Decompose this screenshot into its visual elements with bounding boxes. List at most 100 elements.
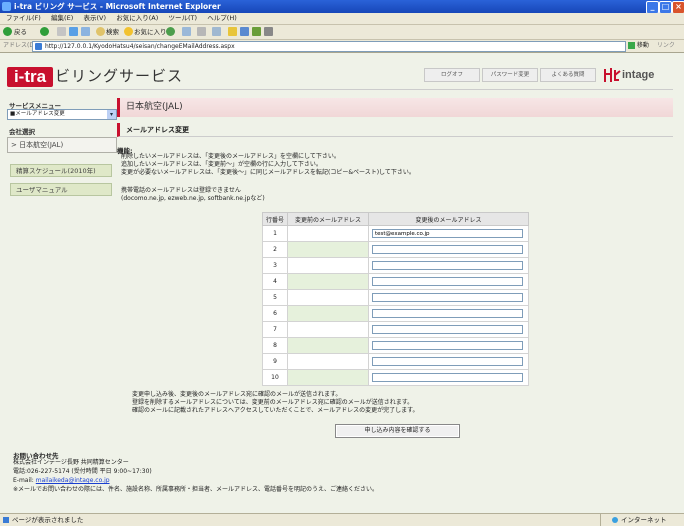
table-row: 3 bbox=[262, 257, 529, 274]
new-address-cell bbox=[368, 273, 529, 290]
new-address-cell bbox=[368, 241, 529, 258]
faq-button[interactable]: よくある質問 bbox=[540, 68, 596, 82]
company-select-title: 会社選択 bbox=[9, 128, 35, 136]
favorites-button[interactable]: お気に入り bbox=[134, 27, 167, 37]
go-button[interactable]: 移動 bbox=[637, 42, 649, 49]
sidebar-item-manual[interactable]: ユーザマニュアル bbox=[10, 183, 112, 196]
history-icon[interactable] bbox=[166, 27, 175, 36]
ie-icon bbox=[2, 2, 11, 11]
status-text: ページが表示されました bbox=[12, 516, 84, 524]
note-line: 確認のメールに記載されたアドレスへアクセスしていただくことで、メールアドレスの変… bbox=[132, 407, 419, 414]
address-input[interactable]: http://127.0.0.1/KyodoHatsu4/seisan/chan… bbox=[32, 41, 626, 52]
status-divider bbox=[600, 514, 601, 526]
new-address-input[interactable] bbox=[372, 309, 523, 318]
contact-email-link[interactable]: mailaikeda@intage.co.jp bbox=[36, 477, 110, 484]
internet-zone-icon bbox=[612, 517, 618, 523]
row-number: 2 bbox=[262, 241, 288, 258]
back-button[interactable]: 戻る bbox=[14, 27, 27, 37]
table-row: 1 bbox=[262, 225, 529, 242]
menubar: ファイル(F) 編集(E) 表示(V) お気に入り(A) ツール(T) ヘルプ(… bbox=[0, 13, 684, 25]
new-address-input[interactable] bbox=[372, 341, 523, 350]
table-row: 7 bbox=[262, 321, 529, 338]
menu-tools[interactable]: ツール(T) bbox=[169, 13, 198, 24]
search-button[interactable]: 検索 bbox=[106, 27, 119, 37]
new-address-input[interactable] bbox=[372, 373, 523, 382]
table-row: 2 bbox=[262, 241, 529, 258]
favorites-icon[interactable] bbox=[124, 27, 133, 36]
status-bar: ページが表示されました インターネット bbox=[0, 513, 684, 526]
menu-favorites[interactable]: お気に入り(A) bbox=[116, 13, 158, 24]
company-heading: 日本航空(JAL) bbox=[117, 98, 673, 117]
mail-icon[interactable] bbox=[182, 27, 191, 36]
links-button[interactable]: リンク bbox=[657, 42, 675, 49]
new-address-input[interactable] bbox=[372, 293, 523, 302]
section-title: メールアドレス変更 bbox=[117, 123, 673, 137]
window-titlebar: i-tra ビリング サービス - Microsoft Internet Exp… bbox=[0, 0, 684, 14]
contact-email-line: E-mail: mailaikeda@intage.co.jp bbox=[13, 477, 110, 485]
function-line: (docomo.ne.jp, ezweb.ne.jp, softbank.ne.… bbox=[121, 195, 265, 202]
menu-file[interactable]: ファイル(F) bbox=[6, 13, 41, 24]
service-menu-select[interactable]: ■メールアドレス変更 ▾ bbox=[7, 109, 117, 120]
row-number: 1 bbox=[262, 225, 288, 242]
new-address-cell bbox=[368, 257, 529, 274]
new-address-input[interactable] bbox=[372, 229, 523, 238]
row-number: 10 bbox=[262, 369, 288, 386]
current-address-cell bbox=[287, 353, 369, 370]
row-number: 6 bbox=[262, 305, 288, 322]
back-icon[interactable] bbox=[3, 27, 12, 36]
research-icon[interactable] bbox=[252, 27, 261, 36]
forward-icon[interactable] bbox=[40, 27, 49, 36]
edit-icon[interactable] bbox=[212, 27, 221, 36]
stop-icon[interactable] bbox=[57, 27, 66, 36]
tools-icon[interactable] bbox=[264, 27, 273, 36]
new-address-input[interactable] bbox=[372, 357, 523, 366]
refresh-icon[interactable] bbox=[69, 27, 78, 36]
search-icon[interactable] bbox=[96, 27, 105, 36]
menu-view[interactable]: 表示(V) bbox=[83, 13, 106, 24]
service-menu-selected: ■メールアドレス変更 bbox=[10, 111, 65, 117]
function-line: 追加したいメールアドレスは、「変更前～」が空欄の行に入力して下さい。 bbox=[121, 161, 322, 168]
print-icon[interactable] bbox=[197, 27, 206, 36]
column-header-new-address: 変更後のメールアドレス bbox=[368, 212, 529, 226]
email-address-table: 行番号 変更前のメールアドレス 変更後のメールアドレス 12345678910 bbox=[262, 212, 529, 386]
new-address-input[interactable] bbox=[372, 245, 523, 254]
column-header-row-number: 行番号 bbox=[262, 212, 288, 226]
current-address-cell bbox=[287, 321, 369, 338]
logoff-button[interactable]: ログオフ bbox=[424, 68, 480, 82]
new-address-cell bbox=[368, 289, 529, 306]
row-number: 5 bbox=[262, 289, 288, 306]
page-status-icon bbox=[3, 517, 9, 523]
chevron-down-icon[interactable]: ▾ bbox=[107, 110, 116, 119]
table-row: 5 bbox=[262, 289, 529, 306]
go-icon[interactable] bbox=[628, 42, 635, 49]
row-number: 8 bbox=[262, 337, 288, 354]
home-icon[interactable] bbox=[81, 27, 90, 36]
contact-email-label: E-mail: bbox=[13, 477, 36, 484]
menu-edit[interactable]: 編集(E) bbox=[51, 13, 73, 24]
change-password-button[interactable]: パスワード変更 bbox=[482, 68, 538, 82]
table-row: 10 bbox=[262, 369, 529, 386]
toolbar: 戻る 検索 お気に入り bbox=[0, 25, 684, 40]
contact-note: ※メールでお問い合わせの際には、件名、施設名称、所属事務所・担当者、メールアドレ… bbox=[13, 486, 379, 493]
current-address-cell bbox=[287, 337, 369, 354]
sidebar-item-schedule[interactable]: 精算スケジュール(2010年) bbox=[10, 164, 112, 177]
new-address-input[interactable] bbox=[372, 277, 523, 286]
current-address-cell bbox=[287, 305, 369, 322]
new-address-cell bbox=[368, 353, 529, 370]
address-url[interactable]: http://127.0.0.1/KyodoHatsu4/seisan/chan… bbox=[45, 42, 235, 51]
current-address-cell bbox=[287, 369, 369, 386]
contact-phone: 電話:026-227-5174 (受付時間 平日 9:00~17:30) bbox=[13, 468, 152, 475]
new-address-cell bbox=[368, 305, 529, 322]
new-address-input[interactable] bbox=[372, 261, 523, 270]
folder-icon[interactable] bbox=[228, 27, 237, 36]
confirm-application-button[interactable]: 申し込み内容を確認する bbox=[335, 424, 460, 438]
function-line: 変更が必要ないメールアドレスは、「変更後～」に同じメールアドレスを転記(コピー&… bbox=[121, 169, 415, 176]
function-line: 携帯電話のメールアドレスは登録できません bbox=[121, 187, 241, 194]
new-address-input[interactable] bbox=[372, 325, 523, 334]
current-address-cell bbox=[287, 273, 369, 290]
menu-help[interactable]: ヘルプ(H) bbox=[207, 13, 236, 24]
company-select-button[interactable]: > 日本航空(JAL) bbox=[7, 137, 117, 153]
new-address-cell bbox=[368, 225, 529, 242]
messenger-icon[interactable] bbox=[240, 27, 249, 36]
new-address-cell bbox=[368, 369, 529, 386]
